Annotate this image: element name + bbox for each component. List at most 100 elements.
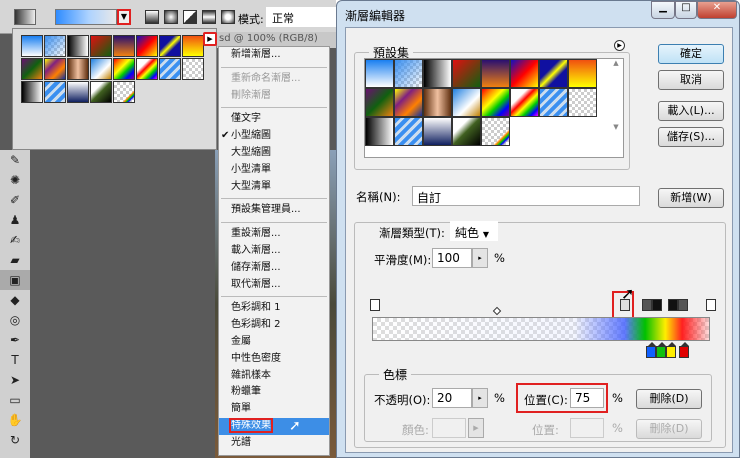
gradient-preset-swatch[interactable]: [568, 88, 597, 117]
delete-color-stop-button[interactable]: 刪除(D): [636, 419, 702, 439]
gradient-preset-swatch[interactable]: [394, 59, 423, 88]
gradient-preset-swatch[interactable]: [481, 117, 510, 146]
gradient-preset-swatch[interactable]: [365, 59, 394, 88]
gradient-preset-swatch[interactable]: [539, 88, 568, 117]
opacity-stop[interactable]: [668, 299, 678, 311]
gradient-preset-swatch[interactable]: [136, 58, 158, 80]
ok-button[interactable]: 確定: [658, 44, 724, 64]
menu-item[interactable]: 大型清單: [219, 179, 329, 196]
gradient-preset-swatch[interactable]: [394, 117, 423, 146]
close-button[interactable]: ✕: [697, 1, 737, 19]
gradient-preset-swatch[interactable]: [182, 58, 204, 80]
history-brush-icon[interactable]: ✍: [0, 230, 30, 250]
gradient-preset-swatch[interactable]: [452, 117, 481, 146]
color-menu-button[interactable]: ▶: [468, 418, 484, 438]
blur-tool-icon[interactable]: ◆: [0, 290, 30, 310]
gradient-preset-swatch[interactable]: [159, 35, 181, 57]
gradient-preset-swatch[interactable]: [136, 35, 158, 57]
stamp-tool-icon[interactable]: ♟: [0, 210, 30, 230]
menu-item[interactable]: 取代漸層...: [219, 277, 329, 294]
gradient-preview[interactable]: [55, 9, 117, 25]
color-stop-green[interactable]: [656, 342, 666, 358]
gradient-preset-swatch[interactable]: [44, 81, 66, 103]
gradient-preset-swatch[interactable]: [423, 59, 452, 88]
tool-preset-picker[interactable]: [14, 9, 36, 25]
presets-scrollbar[interactable]: ▲ ▼: [609, 59, 623, 157]
menu-item[interactable]: 大型縮圖: [219, 145, 329, 162]
gradient-preset-swatch[interactable]: [452, 59, 481, 88]
gradient-preset-swatch[interactable]: [365, 88, 394, 117]
gradient-type-select[interactable]: 純色 ▼: [450, 221, 498, 241]
gradient-preset-swatch[interactable]: [159, 58, 181, 80]
quick-select-tool-icon[interactable]: ✺: [0, 170, 30, 190]
gradient-preset-swatch[interactable]: [67, 58, 89, 80]
smoothness-input[interactable]: 100: [432, 248, 472, 268]
name-input[interactable]: 自訂: [412, 186, 640, 206]
gradient-preset-swatch[interactable]: [44, 58, 66, 80]
gradient-preset-swatch[interactable]: [44, 35, 66, 57]
presets-menu-button[interactable]: ▶: [614, 40, 625, 51]
gradient-preset-swatch[interactable]: [113, 35, 135, 57]
diamond-gradient-button[interactable]: [221, 10, 235, 24]
pen-tool-icon[interactable]: ✒: [0, 330, 30, 350]
gradient-preset-swatch[interactable]: [423, 117, 452, 146]
color-location-input[interactable]: [570, 418, 604, 438]
gradient-preset-swatch[interactable]: [113, 81, 135, 103]
gradient-preset-swatch[interactable]: [568, 59, 597, 88]
gradient-preset-swatch[interactable]: [21, 35, 43, 57]
cancel-button[interactable]: 取消: [658, 70, 724, 90]
angle-gradient-button[interactable]: [183, 10, 197, 24]
gradient-preset-swatch[interactable]: [394, 88, 423, 117]
rotate-view-icon[interactable]: ↻: [0, 430, 30, 450]
picker-menu-button[interactable]: ▶: [203, 32, 217, 46]
gradient-preset-swatch[interactable]: [67, 81, 89, 103]
menu-item[interactable]: 刪除漸層: [219, 88, 329, 105]
gradient-bar[interactable]: [372, 317, 710, 341]
smoothness-slider-button[interactable]: ▸: [472, 248, 488, 268]
gradient-preset-swatch[interactable]: [67, 35, 89, 57]
color-stop-yellow[interactable]: [666, 342, 676, 358]
type-tool-icon[interactable]: T: [0, 350, 30, 370]
gradient-preset-swatch[interactable]: [182, 35, 204, 57]
gradient-preset-swatch[interactable]: [510, 88, 539, 117]
menu-item[interactable]: 特殊效果 ➚: [219, 417, 329, 435]
menu-item[interactable]: 光譜: [219, 435, 329, 452]
gradient-preset-swatch[interactable]: [365, 117, 394, 146]
mode-select[interactable]: 正常: [266, 7, 336, 27]
opacity-stop[interactable]: [678, 299, 688, 311]
gradient-preset-swatch[interactable]: [510, 59, 539, 88]
opacity-stop[interactable]: [652, 299, 662, 311]
brush-tool-icon[interactable]: ✐: [0, 190, 30, 210]
menu-item[interactable]: 雜訊樣本: [219, 368, 329, 385]
menu-item[interactable]: 色彩調和 2: [219, 317, 329, 334]
menu-item[interactable]: 色彩調和 1: [219, 300, 329, 317]
eraser-tool-icon[interactable]: ▰: [0, 250, 30, 270]
menu-item[interactable]: 儲存漸層...: [219, 260, 329, 277]
maximize-button[interactable]: □: [675, 1, 697, 19]
radial-gradient-button[interactable]: [164, 10, 178, 24]
color-swatch[interactable]: [432, 418, 466, 438]
gradient-preset-swatch[interactable]: [90, 81, 112, 103]
lasso-tool-icon[interactable]: ✎: [0, 150, 30, 170]
new-button[interactable]: 新增(W): [658, 188, 724, 208]
menu-item[interactable]: 新增漸層...: [219, 47, 329, 64]
opacity-stop[interactable]: [706, 299, 716, 311]
minimize-button[interactable]: ▁: [651, 1, 675, 19]
delete-opacity-stop-button[interactable]: 刪除(D): [636, 389, 702, 409]
hand-tool-icon[interactable]: ✋: [0, 410, 30, 430]
gradient-preset-swatch[interactable]: [423, 88, 452, 117]
menu-item[interactable]: 粉蠟筆: [219, 384, 329, 401]
gradient-preset-swatch[interactable]: [539, 59, 568, 88]
opacity-input[interactable]: 20: [432, 388, 472, 408]
color-stop-blue[interactable]: [646, 342, 656, 358]
menu-item[interactable]: 簡單: [219, 401, 329, 418]
path-select-icon[interactable]: ➤: [0, 370, 30, 390]
gradient-preset-swatch[interactable]: [21, 81, 43, 103]
menu-item[interactable]: 重設漸層...: [219, 226, 329, 243]
gradient-preset-swatch[interactable]: [90, 58, 112, 80]
gradient-preset-swatch[interactable]: [452, 88, 481, 117]
opacity-slider-button[interactable]: ▸: [472, 388, 488, 408]
menu-item[interactable]: 預設集管理員...: [219, 202, 329, 219]
load-button[interactable]: 載入(L)...: [658, 101, 724, 121]
gradient-preset-swatch[interactable]: [113, 58, 135, 80]
